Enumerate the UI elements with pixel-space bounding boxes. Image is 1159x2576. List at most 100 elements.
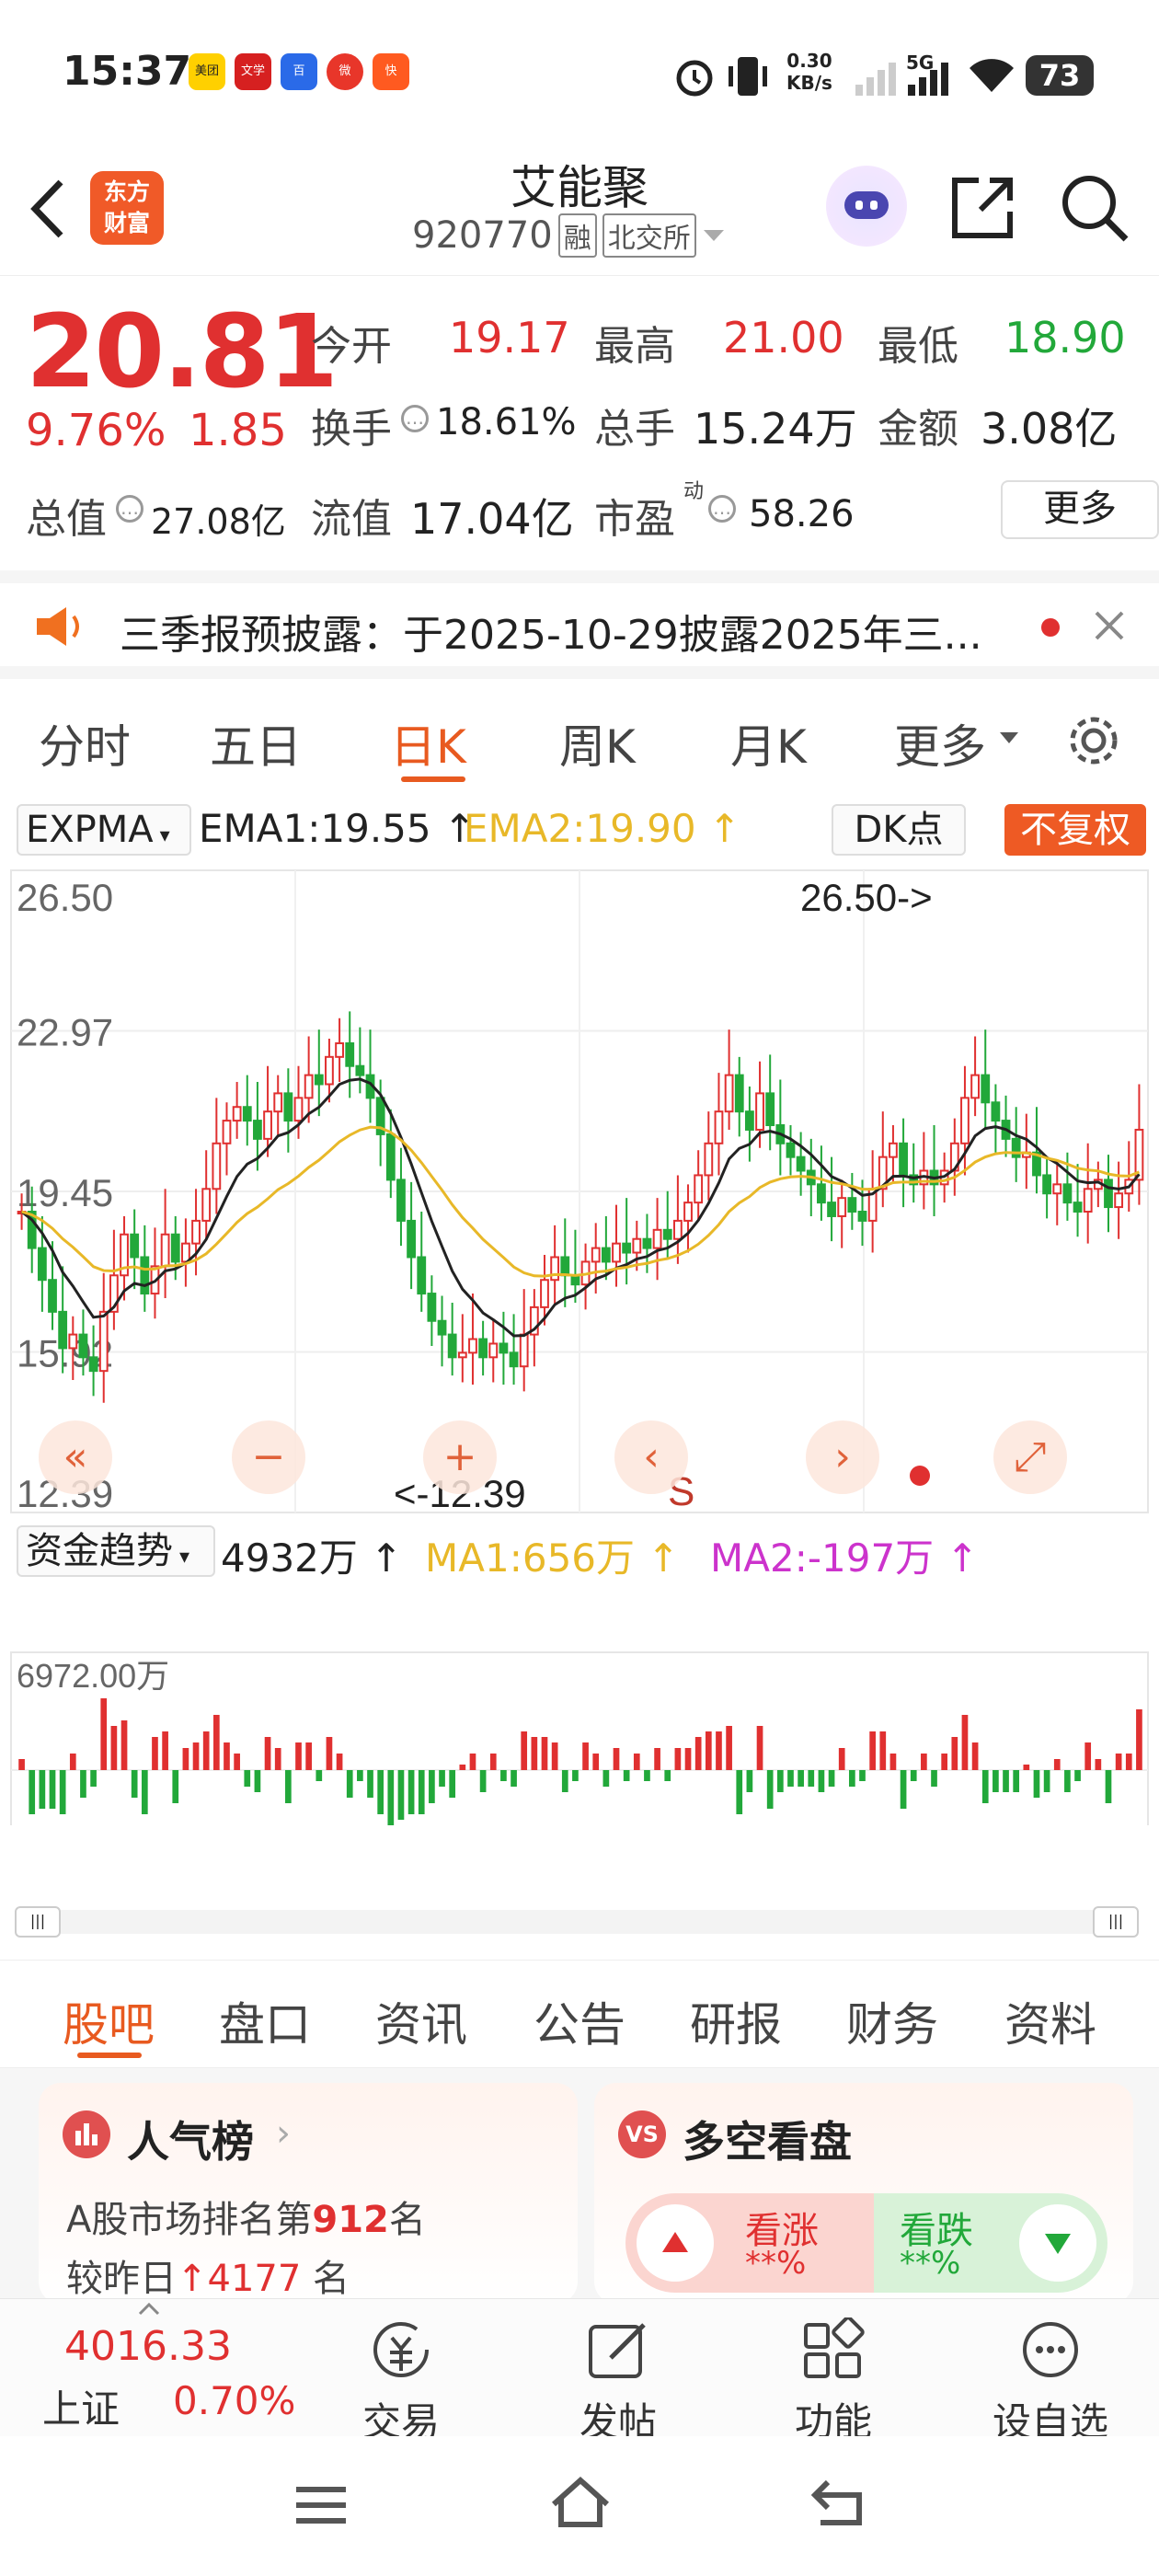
scroll-left-handle[interactable]: ||| [15, 1906, 61, 1938]
y-tick-label: 22.97 [17, 1011, 113, 1054]
ai-assistant-avatar[interactable] [826, 166, 907, 247]
candle-body [396, 1179, 406, 1222]
index-percent[interactable]: 0.70% [173, 2378, 295, 2423]
notice-bar[interactable]: 三季报预披露：于2025-10-29披露2025年三... [0, 570, 1159, 679]
adjust-mode-button[interactable]: 不复权 [1004, 804, 1146, 856]
fund-bar [59, 1770, 66, 1814]
fund-bar [756, 1726, 763, 1770]
candle-body [970, 1074, 981, 1099]
fund-bar [336, 1754, 343, 1770]
fund-bar [1084, 1742, 1092, 1770]
fund-bar [531, 1737, 538, 1770]
stock-code: 920770 [412, 214, 553, 257]
turnover-value: 18.61% [436, 401, 577, 443]
edit-post-icon [589, 2323, 646, 2378]
fullscreen-icon-glyph: ⤢ [1014, 1433, 1046, 1480]
margin-badge: 融 [557, 213, 597, 258]
bearish-button[interactable]: 看跌 **% [874, 2193, 1107, 2293]
high-label: 最高 [594, 323, 675, 370]
index-name[interactable]: 上证 [42, 2378, 120, 2434]
tab-daily-k[interactable]: 日K [390, 710, 466, 776]
content-tabs: 股吧 盘口 资讯 公告 研报 财务 资料 [0, 1960, 1159, 2068]
dropdown-triangle-icon [1000, 732, 1018, 743]
fund-bar [29, 1770, 36, 1814]
menu-icon[interactable] [293, 2482, 350, 2528]
fund-bar [295, 1742, 302, 1770]
candle-body [744, 1110, 754, 1131]
close-icon[interactable] [1091, 607, 1128, 644]
functions-button[interactable]: 功能 [741, 2316, 925, 2447]
share-icon[interactable] [947, 173, 1017, 243]
bullish-button[interactable]: 看涨 **% [625, 2193, 874, 2293]
fund-bar [981, 1770, 989, 1803]
candle-body [960, 1097, 970, 1144]
fund-bar [264, 1737, 271, 1770]
dk-point-button[interactable]: DK点 [832, 804, 966, 856]
bull-bear-card[interactable]: VS 多空看盘 看涨 **% 看跌 **% [594, 2083, 1133, 2304]
fund-bar [274, 1748, 281, 1770]
fund-bar [449, 1770, 456, 1798]
fund-bar [869, 1731, 876, 1770]
more-button[interactable]: 更多 [1001, 480, 1159, 539]
indicator-select[interactable]: EXPMA ▾ [17, 804, 191, 856]
post-button[interactable]: 发帖 [526, 2317, 710, 2447]
back-icon[interactable] [809, 2477, 868, 2528]
candle-body [837, 1197, 847, 1217]
candle-body [273, 1092, 283, 1113]
fund-ymax-label: 6972.00万 [17, 1657, 169, 1695]
fund-bar [69, 1754, 76, 1770]
popularity-card[interactable]: 人气榜 › A股市场排名第912名 较昨日↑4177 名 [39, 2083, 578, 2304]
info-icon[interactable]: … [708, 495, 736, 523]
chevron-right-icon: › [276, 2112, 291, 2155]
scroll-right-handle[interactable]: ||| [1093, 1906, 1139, 1938]
network-speed: 0.30 KB/s [786, 50, 832, 94]
tab-intraday[interactable]: 分时 [39, 710, 131, 776]
trade-button[interactable]: 交易 [309, 2317, 493, 2447]
tab-finance[interactable]: 财务 [846, 1988, 938, 2054]
candle-body [1052, 1183, 1062, 1195]
tab-more[interactable]: 更多 [894, 710, 986, 776]
search-icon[interactable] [1058, 171, 1131, 245]
candle-body [488, 1342, 499, 1359]
fund-bar [716, 1731, 722, 1770]
fund-bar [900, 1770, 907, 1809]
amount-label: 金额 [878, 406, 958, 453]
tab-profile[interactable]: 资料 [1004, 1988, 1096, 2054]
stock-code-row[interactable]: 920770 融 北交所 [412, 213, 726, 258]
fund-ma2-readout: MA2:-197万 ↑ [710, 1535, 979, 1581]
tab-research[interactable]: 研报 [690, 1988, 782, 2054]
tab-news[interactable]: 资讯 [375, 1988, 467, 2054]
ema1-readout: EMA1:19.55 ↑ [199, 806, 476, 851]
candle-body [765, 1092, 775, 1127]
index-value[interactable]: 4016.33 [64, 2323, 232, 2370]
fund-bar [285, 1770, 292, 1803]
home-icon[interactable] [548, 2473, 613, 2532]
candle-body [345, 1041, 355, 1067]
fund-bar [326, 1737, 333, 1770]
fund-indicator-select[interactable]: 资金趋势 ▾ [17, 1525, 215, 1577]
turnover-label: 换手 [311, 406, 392, 453]
info-icon[interactable]: … [116, 495, 143, 523]
info-icon[interactable]: … [401, 405, 429, 432]
baidu-app-icon: 百 [281, 53, 317, 90]
fund-bar [582, 1742, 589, 1770]
tab-guba[interactable]: 股吧 [63, 1988, 155, 2054]
fund-bar [1105, 1770, 1112, 1803]
add-watchlist-button[interactable]: 设自选 [958, 2317, 1142, 2447]
candle-body [385, 1133, 396, 1181]
kline-svg[interactable]: 26.5022.9719.4515.9212.3926.50-><-12.39S… [0, 859, 1159, 1825]
fund-bar [489, 1754, 497, 1770]
settings-gear-icon[interactable] [1063, 710, 1124, 771]
timeline-scrollbar[interactable]: ||| ||| [15, 1906, 1139, 1938]
tab-announcements[interactable]: 公告 [534, 1988, 625, 2054]
candle-body [335, 1041, 344, 1058]
candle-body [694, 1174, 704, 1204]
tab-five-day[interactable]: 五日 [210, 710, 302, 776]
tab-weekly-k[interactable]: 周K [559, 710, 636, 776]
candle-body [796, 1156, 806, 1172]
tab-monthly-k[interactable]: 月K [730, 710, 807, 776]
pe-label: 市盈 [594, 496, 675, 543]
tab-pankou[interactable]: 盘口 [219, 1988, 311, 2054]
candle-body [417, 1256, 427, 1295]
candle-body [325, 1055, 334, 1086]
